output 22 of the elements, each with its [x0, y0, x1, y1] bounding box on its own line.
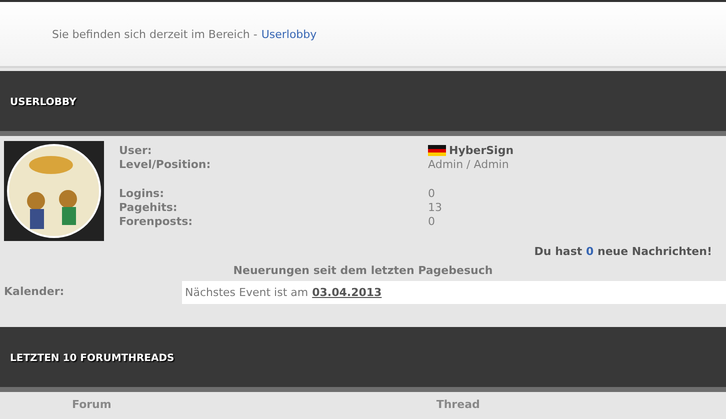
field-label: Level/Position:: [119, 158, 212, 170]
column-header: Thread: [436, 398, 480, 411]
column-header: Forum: [72, 398, 112, 411]
field-label: Logins:: [119, 186, 165, 200]
calendar-label: Kalender:: [3, 284, 66, 298]
field-value: 13: [428, 200, 442, 214]
breadcrumb-text: Sie befinden sich derzeit im Bereich -: [52, 28, 258, 40]
event-text: Nächstes Event ist am: [185, 286, 308, 299]
field-value: 0: [428, 214, 435, 228]
section-title: LETZTEN 10 FORUMTHREADS: [10, 352, 174, 364]
section-title: USERLOBBY: [10, 96, 76, 108]
breadcrumb-link[interactable]: Userlobby: [261, 28, 317, 40]
username: HyberSign: [449, 144, 514, 156]
field-value: Admin / Admin: [428, 158, 509, 170]
event-date-link[interactable]: 03.04.2013: [312, 286, 382, 299]
field-value: 0: [428, 186, 435, 200]
field-label: Forenposts:: [119, 214, 194, 228]
field-label: Pagehits:: [119, 200, 178, 214]
flag-icon: [428, 144, 446, 156]
field-label: User:: [119, 144, 153, 156]
news-heading: Neuerungen seit dem letzten Pagebesuch: [232, 264, 494, 277]
messages-notice: Du hast 0 neue Nachrichten!: [533, 244, 713, 258]
